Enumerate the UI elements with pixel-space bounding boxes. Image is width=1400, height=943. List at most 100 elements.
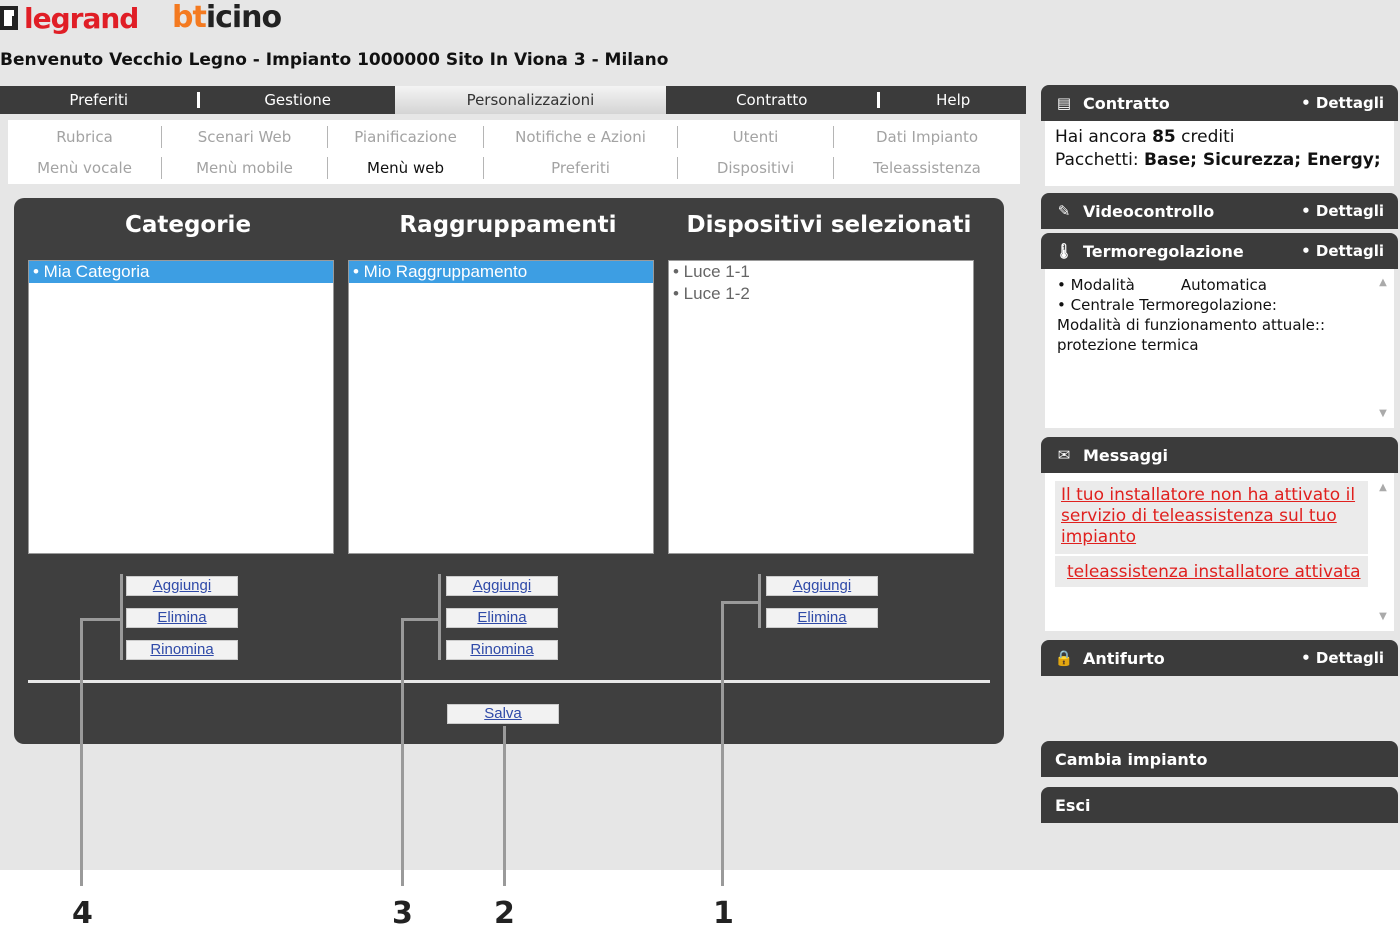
raggruppamenti-add-button[interactable]: Aggiungi — [446, 576, 558, 596]
videocontrollo-details-link[interactable]: • Dettagli — [1301, 202, 1384, 220]
contract-icon: ▤ — [1056, 94, 1072, 112]
packages-line: Pacchetti: Base; Sicurezza; Energy; — [1055, 149, 1384, 172]
subnav-menu-web[interactable]: Menù web — [328, 157, 484, 179]
list-item[interactable]: • Luce 1-2 — [669, 283, 973, 305]
thermometer-icon: 🌡 — [1054, 242, 1074, 260]
callout-line — [401, 618, 404, 886]
central-label: • Centrale Termoregolazione: — [1057, 296, 1277, 314]
raggruppamenti-title: Raggruppamenti — [399, 212, 617, 238]
exit-button[interactable]: Esci — [1041, 787, 1398, 823]
callout-line — [503, 726, 506, 886]
categorie-delete-button[interactable]: Elimina — [126, 608, 238, 628]
scroll-up-icon[interactable]: ▲ — [1379, 273, 1387, 293]
packages-value: Base; Sicurezza; Energy; — [1144, 150, 1381, 170]
contratto-title: Contratto — [1083, 93, 1170, 113]
legrand-logo: legrand — [0, 0, 139, 36]
dispositivi-list[interactable]: • Luce 1-1 • Luce 1-2 — [668, 260, 974, 554]
contratto-header: ▤ Contratto • Dettagli — [1041, 85, 1398, 121]
subnav-menu-mobile[interactable]: Menù mobile — [162, 157, 328, 179]
categorie-rename-button[interactable]: Rinomina — [126, 640, 238, 660]
dispositivi-add-button[interactable]: Aggiungi — [766, 576, 878, 596]
subnav-row-2: Menù vocale Menù mobile Menù web Preferi… — [8, 153, 1020, 183]
bticino-logo-part2: icino — [205, 0, 282, 35]
tab-preferiti[interactable]: Preferiti — [0, 86, 197, 114]
menu-web-panel: Categorie Raggruppamenti Dispositivi sel… — [14, 198, 1004, 744]
termoregolazione-body: • Modalità Automatica • Centrale Termoreg… — [1041, 269, 1398, 432]
save-button[interactable]: Salva — [447, 704, 559, 724]
packages-prefix: Pacchetti: — [1055, 150, 1145, 170]
categorie-list[interactable]: • Mia Categoria — [28, 260, 334, 554]
messaggi-title: Messaggi — [1083, 445, 1169, 465]
credits-prefix: Hai ancora — [1055, 127, 1153, 147]
bracket-line — [438, 574, 441, 660]
camera-icon: ✎ — [1057, 202, 1071, 220]
contratto-body: Hai ancora 85 crediti Pacchetti: Base; S… — [1041, 121, 1398, 190]
mode-label: • Modalità — [1057, 276, 1135, 294]
current-mode-value: protezione termica — [1057, 336, 1199, 354]
callout-line — [401, 618, 440, 621]
bticino-logo: bticino — [172, 0, 282, 35]
credits-line: Hai ancora 85 crediti — [1055, 126, 1384, 149]
raggruppamenti-list[interactable]: • Mio Raggruppamento — [348, 260, 654, 554]
subnav-dispositivi[interactable]: Dispositivi — [678, 157, 834, 179]
termoregolazione-title: Termoregolazione — [1083, 241, 1244, 261]
categorie-add-button[interactable]: Aggiungi — [126, 576, 238, 596]
subnav-utenti[interactable]: Utenti — [678, 126, 834, 148]
callout-line — [80, 618, 83, 886]
dispositivi-title: Dispositivi selezionati — [686, 212, 972, 238]
envelope-icon: ✉ — [1057, 446, 1071, 464]
message-item[interactable]: Il tuo installatore non ha attivato il s… — [1055, 481, 1368, 554]
credits-suffix: crediti — [1175, 127, 1235, 147]
antifurto-title: Antifurto — [1083, 648, 1165, 668]
subnav-scenari-web[interactable]: Scenari Web — [162, 126, 328, 148]
mode-value: Automatica — [1180, 276, 1267, 294]
callout-number: 1 — [713, 896, 734, 931]
list-item[interactable]: • Mio Raggruppamento — [349, 261, 653, 283]
subnav-rubrica[interactable]: Rubrica — [8, 126, 162, 148]
videocontrollo-title: Videocontrollo — [1083, 201, 1215, 221]
tab-contratto[interactable]: Contratto — [666, 86, 877, 114]
raggruppamenti-delete-button[interactable]: Elimina — [446, 608, 558, 628]
scroll-down-icon[interactable]: ▼ — [1379, 606, 1387, 627]
callout-number: 4 — [72, 896, 93, 931]
subnav-row-1: Rubrica Scenari Web Pianificazione Notif… — [8, 122, 1020, 152]
callout-number: 3 — [392, 896, 413, 931]
callout-line — [80, 618, 122, 621]
tab-gestione[interactable]: Gestione — [200, 86, 394, 114]
lock-icon: 🔒 — [1054, 649, 1074, 667]
subnav-menu-vocale[interactable]: Menù vocale — [8, 157, 162, 179]
message-item[interactable]: teleassistenza installatore attivata — [1055, 556, 1368, 587]
subnav-pianificazione[interactable]: Pianificazione — [328, 126, 484, 148]
messaggi-body: Il tuo installatore non ha attivato il s… — [1041, 473, 1398, 635]
raggruppamenti-rename-button[interactable]: Rinomina — [446, 640, 558, 660]
change-system-button[interactable]: Cambia impianto — [1041, 741, 1398, 777]
dispositivi-delete-button[interactable]: Elimina — [766, 608, 878, 628]
tab-personalizzazioni[interactable]: Personalizzazioni — [394, 86, 667, 114]
panel-divider — [28, 680, 990, 683]
subnav-notifiche-azioni[interactable]: Notifiche e Azioni — [484, 126, 678, 148]
termoregolazione-details-link[interactable]: • Dettagli — [1301, 242, 1384, 260]
scroll-up-icon[interactable]: ▲ — [1379, 477, 1387, 498]
subnav-teleassistenza[interactable]: Teleassistenza — [834, 157, 1020, 179]
scroll-down-icon[interactable]: ▼ — [1379, 404, 1387, 424]
subnav-dati-impianto[interactable]: Dati Impianto — [834, 126, 1020, 148]
antifurto-header: 🔒 Antifurto • Dettagli — [1041, 640, 1398, 676]
mode-line: • Modalità Automatica — [1057, 275, 1368, 295]
list-item[interactable]: • Luce 1-1 — [669, 261, 973, 283]
callout-line — [721, 601, 724, 886]
termoregolazione-header: 🌡 Termoregolazione • Dettagli — [1041, 233, 1398, 269]
list-item[interactable]: • Mia Categoria — [29, 261, 333, 283]
subnav-preferiti[interactable]: Preferiti — [484, 157, 678, 179]
termoregolazione-scrollbar[interactable]: ▲ ▼ — [1376, 273, 1390, 424]
messaggi-scrollbar[interactable]: ▲ ▼ — [1376, 477, 1390, 627]
sub-navigation: Rubrica Scenari Web Pianificazione Notif… — [8, 120, 1020, 184]
callout-number: 2 — [494, 896, 515, 931]
legrand-wordmark: legrand — [24, 1, 139, 35]
categorie-title: Categorie — [124, 212, 252, 238]
tab-help[interactable]: Help — [880, 86, 1026, 114]
antifurto-details-link[interactable]: • Dettagli — [1301, 649, 1384, 667]
main-tabs: Preferiti Gestione Personalizzazioni Con… — [0, 86, 1026, 114]
videocontrollo-header: ✎ Videocontrollo • Dettagli — [1041, 193, 1398, 229]
contratto-details-link[interactable]: • Dettagli — [1301, 94, 1384, 112]
current-mode-label: Modalità di funzionamento attuale:: — [1057, 316, 1326, 334]
